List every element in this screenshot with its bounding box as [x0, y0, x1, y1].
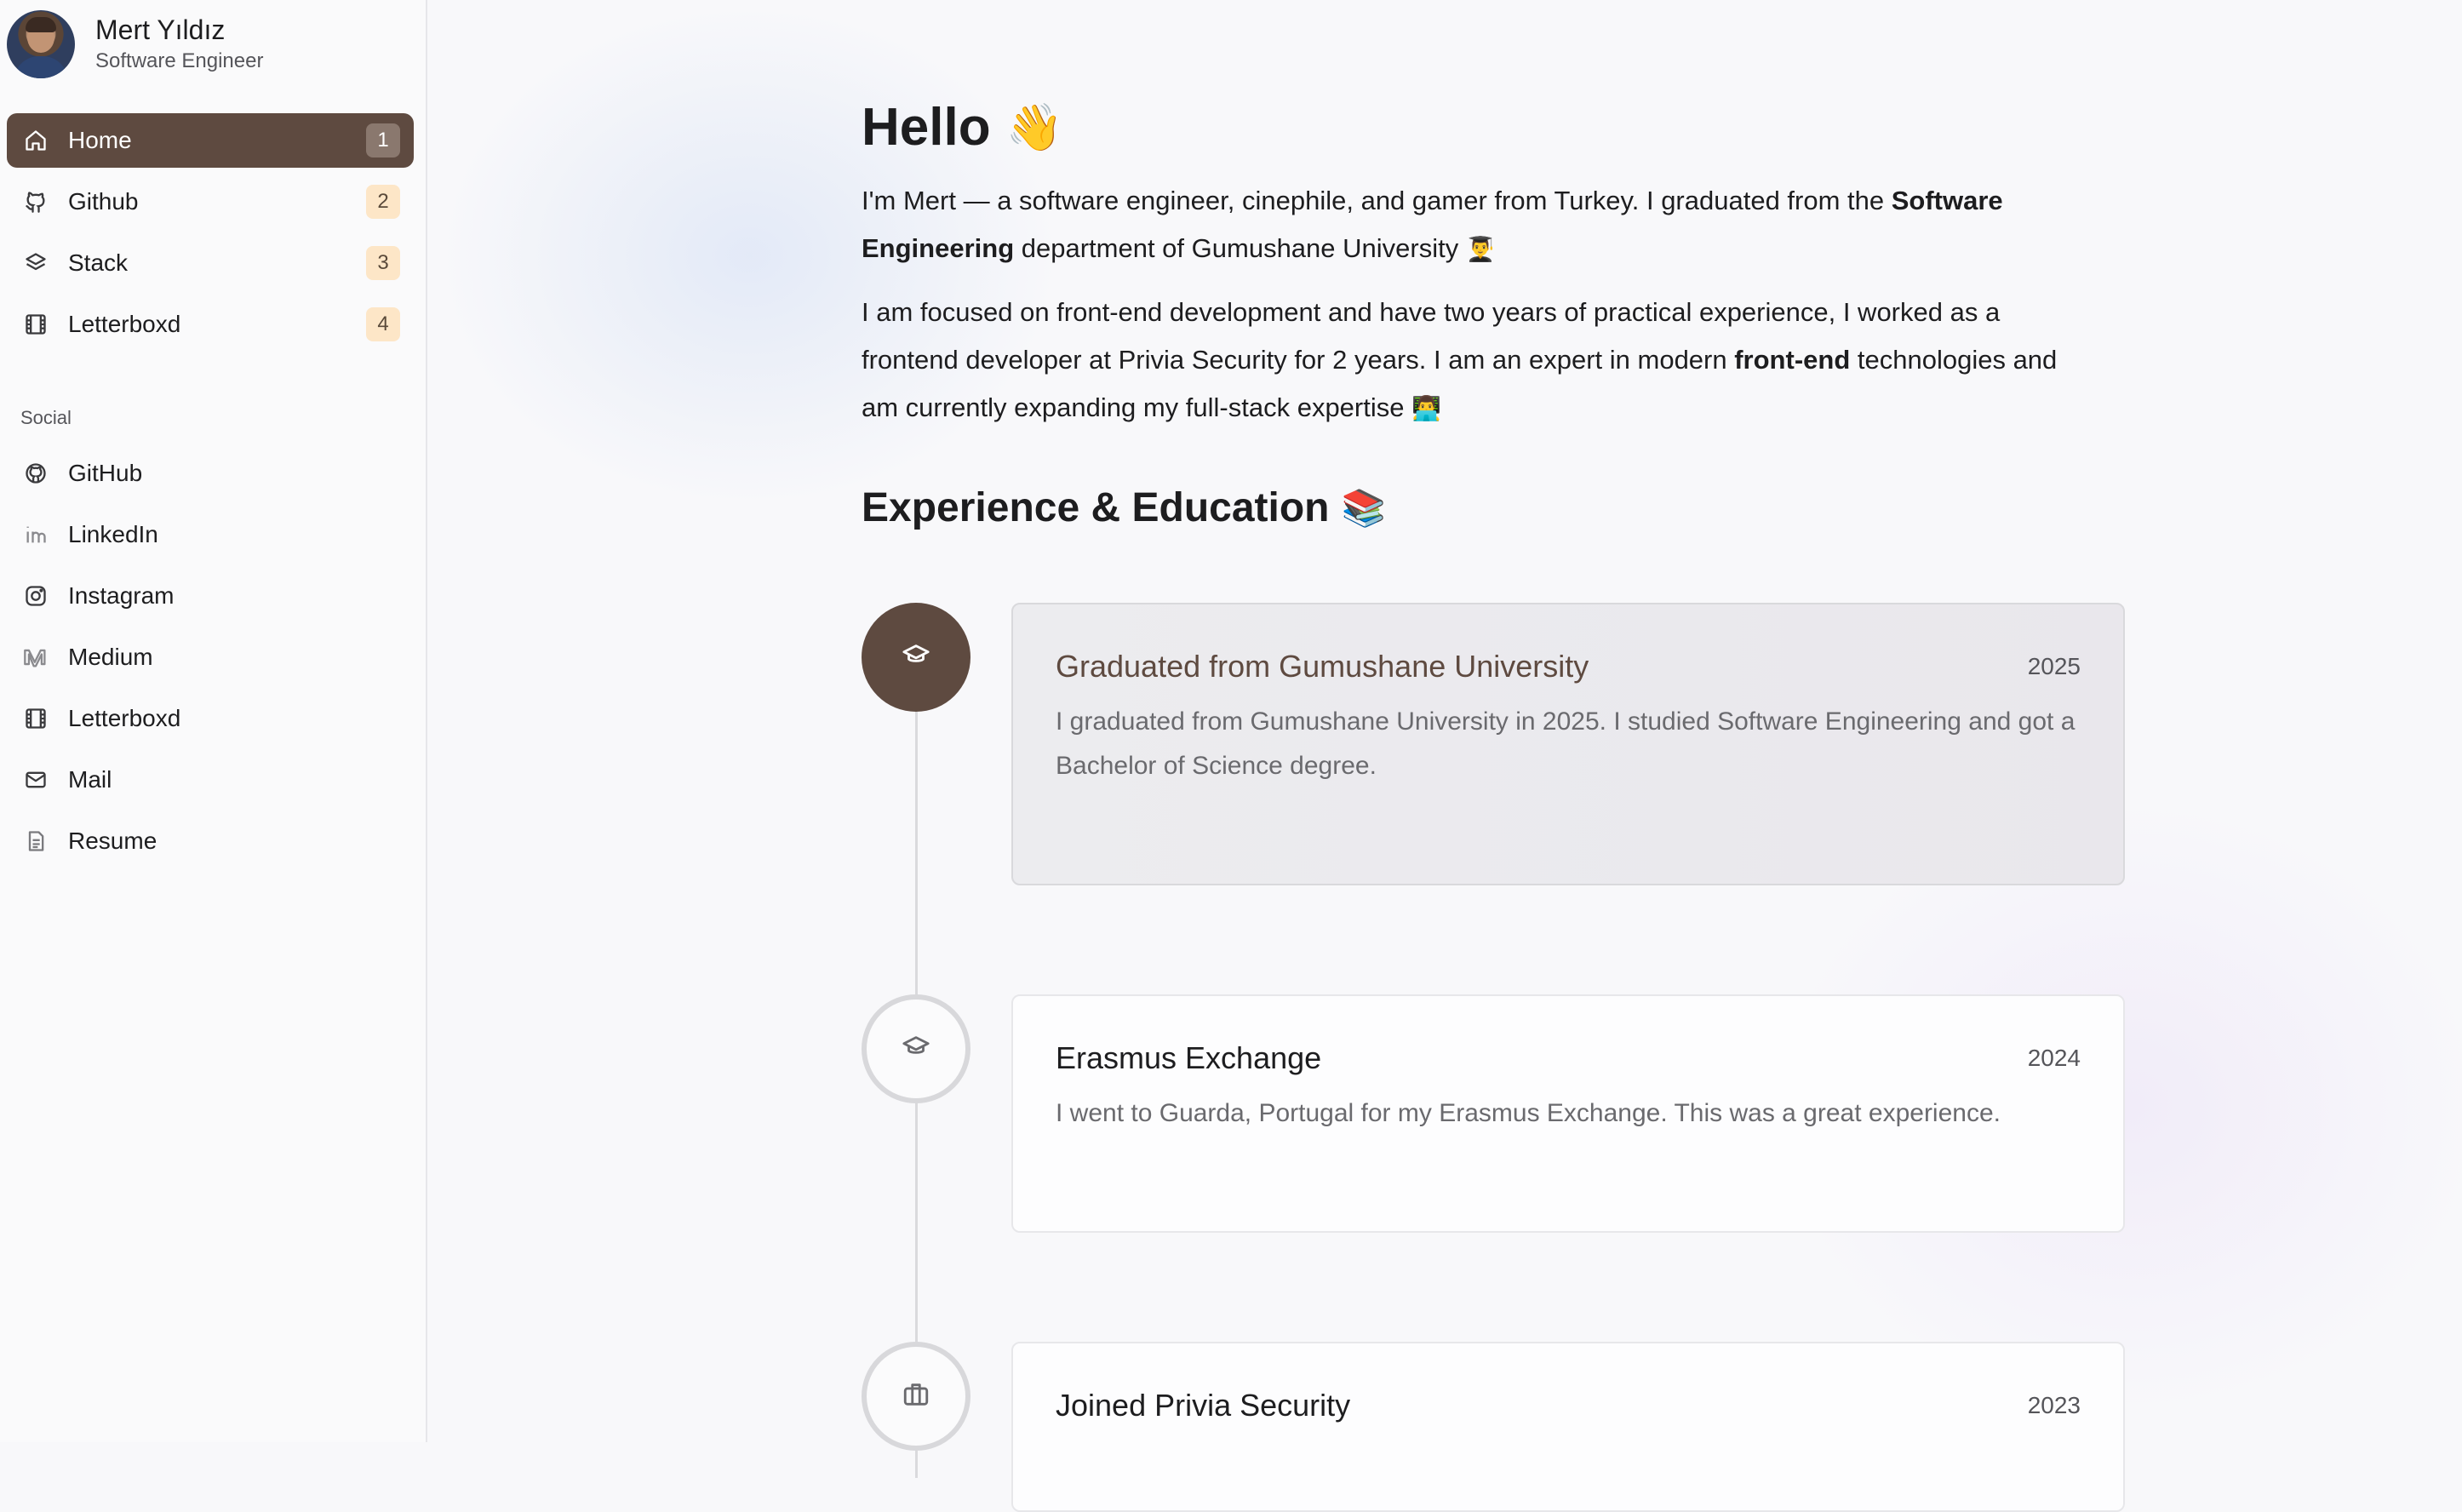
shortcut-badge: 4	[366, 307, 400, 341]
graduate-emoji: 👨‍🎓	[1465, 236, 1496, 262]
intro-text: I'm Mert — a software engineer, cinephil…	[862, 186, 1892, 215]
profile-role: Software Engineer	[95, 49, 264, 72]
books-emoji: 📚	[1341, 488, 1386, 528]
card-title: Erasmus Exchange	[1056, 1040, 1322, 1075]
shortcut-badge: 1	[366, 123, 400, 158]
timeline-node	[862, 994, 970, 1103]
timeline: Graduated from Gumushane University 2025…	[862, 603, 2125, 1512]
nav-item-github[interactable]: Github 2	[7, 175, 414, 229]
social-label: Letterboxd	[68, 705, 181, 731]
social-heading: Social	[20, 407, 72, 428]
briefcase-icon	[902, 1380, 930, 1413]
mail-icon	[22, 766, 49, 793]
graduation-cap-icon	[902, 1033, 930, 1066]
social-label: Resume	[68, 828, 157, 854]
social-label: Mail	[68, 766, 112, 793]
nav-item-stack[interactable]: Stack 3	[7, 236, 414, 290]
intro-bold: front-end	[1734, 345, 1851, 375]
page-title: Hello 👋	[862, 94, 2113, 162]
card-year: 2024	[2027, 1045, 2081, 1071]
nav-label: Stack	[68, 249, 129, 276]
sidebar: Mert Yıldız Software Engineer Home 1 Git…	[0, 0, 427, 1442]
medium-icon	[22, 644, 49, 671]
document-icon	[22, 828, 49, 855]
social-item-medium[interactable]: Medium	[7, 630, 414, 684]
card-year: 2023	[2027, 1392, 2081, 1418]
social-label: Instagram	[68, 582, 175, 609]
social-item-github[interactable]: GitHub	[7, 446, 414, 501]
linkedin-icon	[22, 521, 49, 548]
card-description: I graduated from Gumushane University in…	[1056, 707, 2076, 780]
timeline-card[interactable]: Joined Privia Security 2023	[1011, 1342, 2125, 1512]
nav-item-home[interactable]: Home 1	[7, 113, 414, 168]
social-label: Medium	[68, 644, 153, 670]
experience-paragraph: I am focused on front-end development an…	[862, 289, 2096, 432]
card-title: Joined Privia Security	[1056, 1388, 1351, 1423]
card-year: 2025	[2027, 653, 2081, 679]
nav-label: Letterboxd	[68, 311, 181, 337]
section-title-text: Experience & Education	[862, 485, 1330, 530]
shortcut-badge: 2	[366, 185, 400, 219]
nav-label: Github	[68, 188, 139, 215]
social-label: GitHub	[68, 460, 143, 486]
social-nav: GitHub LinkedIn Instagram Medium Letterb…	[7, 446, 414, 875]
section-title: Experience & Education 📚	[862, 482, 2113, 535]
shortcut-badge: 3	[366, 246, 400, 280]
intro-paragraph: I'm Mert — a software engineer, cinephil…	[862, 177, 2096, 273]
card-description: I went to Guarda, Portugal for my Erasmu…	[1056, 1099, 2001, 1127]
social-item-instagram[interactable]: Instagram	[7, 569, 414, 623]
card-title: Graduated from Gumushane University	[1056, 649, 1589, 684]
social-item-linkedin[interactable]: LinkedIn	[7, 507, 414, 562]
instagram-icon	[22, 582, 49, 610]
social-label: LinkedIn	[68, 521, 158, 547]
home-icon	[22, 127, 49, 154]
social-item-letterboxd[interactable]: Letterboxd	[7, 691, 414, 746]
nav-label: Home	[68, 127, 132, 153]
nav-item-letterboxd[interactable]: Letterboxd 4	[7, 297, 414, 352]
profile[interactable]: Mert Yıldız Software Engineer	[7, 10, 263, 78]
github-branch-icon	[22, 188, 49, 215]
timeline-node	[862, 603, 970, 712]
film-icon	[22, 705, 49, 732]
github-icon	[22, 460, 49, 487]
layers-icon	[22, 249, 49, 277]
timeline-card[interactable]: Graduated from Gumushane University 2025…	[1011, 603, 2125, 885]
profile-name: Mert Yıldız	[95, 14, 226, 45]
social-item-resume[interactable]: Resume	[7, 814, 414, 868]
film-icon	[22, 311, 49, 338]
timeline-card[interactable]: Erasmus Exchange 2024 I went to Guarda, …	[1011, 994, 2125, 1233]
wave-emoji: 👋	[1005, 102, 1063, 153]
timeline-node	[862, 1342, 970, 1451]
avatar	[7, 10, 75, 78]
developer-emoji: 👨‍💻	[1411, 395, 1441, 421]
hello-text: Hello	[862, 98, 991, 157]
main-content: Hello 👋 I'm Mert — a software engineer, …	[862, 94, 2113, 535]
main-nav: Home 1 Github 2 Stack 3 Letterboxd 4	[7, 113, 414, 358]
graduation-cap-icon	[902, 641, 930, 674]
social-item-mail[interactable]: Mail	[7, 753, 414, 807]
intro-text: department of Gumushane University	[1014, 233, 1466, 263]
